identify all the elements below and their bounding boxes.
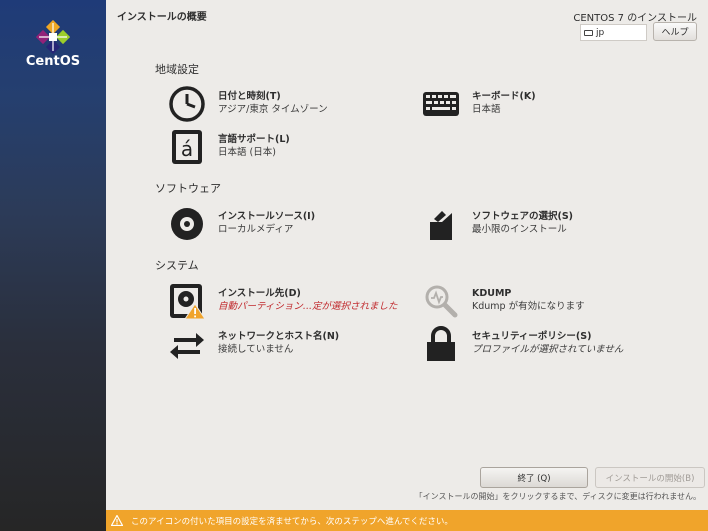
keyboard-layout-value: jp (596, 27, 605, 38)
spoke-language[interactable]: á 言語サポート(L) 日本語 (日本) (168, 128, 290, 166)
spoke-keyboard-status: 日本語 (472, 104, 501, 115)
help-button[interactable]: ヘルプ (653, 22, 697, 41)
spoke-kdump-title: KDUMP (472, 288, 512, 299)
disc-icon (168, 205, 206, 243)
spoke-install-destination-title: インストール先(D) (218, 288, 301, 299)
brand-name: CentOS (25, 54, 81, 69)
spoke-software-selection-status: 最小限のインストール (472, 224, 567, 235)
spoke-software-selection-title: ソフトウェアの選択(S) (472, 211, 574, 222)
spoke-network-title: ネットワークとホスト名(N) (218, 331, 340, 342)
warning-message: このアイコンの付いた項目の設定を済ませてから、次のステップへ進んでください。 (131, 516, 453, 527)
spoke-network[interactable]: ネットワークとホスト名(N) 接続していません (168, 325, 339, 363)
spoke-security-policy-status: プロファイルが選択されていません (472, 344, 624, 355)
begin-installation-button[interactable]: インストールの開始(B) (595, 467, 705, 488)
spoke-install-destination-status: 自動パーティション...定が選択されました (218, 301, 398, 312)
harddisk-warning-icon (168, 282, 206, 320)
spoke-install-source[interactable]: インストールソース(I) ローカルメディア (168, 205, 315, 243)
keyboard-layout-indicator[interactable]: jp (580, 24, 647, 41)
sidebar: CentOS (0, 0, 106, 531)
spoke-language-title: 言語サポート(L) (218, 134, 290, 145)
main-hub: インストールの概要 CENTOS 7 のインストール jp ヘルプ 地域設定 日… (106, 0, 708, 531)
package-icon (422, 205, 460, 243)
centos-logo-icon (36, 20, 70, 54)
section-localization-title: 地域設定 (155, 63, 199, 76)
clock-icon (168, 85, 206, 123)
spoke-datetime[interactable]: 日付と時刻(T) アジア/東京 タイムゾーン (168, 85, 328, 123)
language-icon: á (168, 128, 206, 166)
section-system-title: システム (155, 259, 199, 272)
warning-bar: このアイコンの付いた項目の設定を済ませてから、次のステップへ進んでください。 (106, 510, 708, 531)
spoke-security-policy-title: セキュリティーポリシー(S) (472, 331, 592, 342)
spoke-install-source-status: ローカルメディア (218, 224, 294, 235)
spoke-keyboard-title: キーボード(K) (472, 91, 536, 102)
network-arrows-icon (168, 325, 206, 363)
spoke-datetime-title: 日付と時刻(T) (218, 91, 281, 102)
magnifier-icon (422, 282, 460, 320)
spoke-install-source-title: インストールソース(I) (218, 211, 316, 222)
page-title: インストールの概要 (117, 12, 207, 23)
svg-text:á: á (181, 137, 193, 161)
keyboard-icon (422, 85, 460, 123)
section-software-title: ソフトウェア (155, 182, 221, 195)
footer-hint: 「インストールの開始」をクリックするまで、ディスクに変更は行われません。 (414, 492, 701, 501)
spoke-network-status: 接続していません (218, 344, 294, 355)
warning-icon (111, 515, 123, 526)
spoke-language-status: 日本語 (日本) (218, 147, 276, 158)
quit-button[interactable]: 終了 (Q) (480, 467, 588, 488)
spoke-software-selection[interactable]: ソフトウェアの選択(S) 最小限のインストール (422, 205, 573, 243)
spoke-kdump-status: Kdump が有効になります (472, 301, 585, 312)
keyboard-small-icon (584, 29, 593, 36)
lock-icon (422, 325, 460, 363)
spoke-datetime-status: アジア/東京 タイムゾーン (218, 104, 328, 115)
spoke-kdump[interactable]: KDUMP Kdump が有効になります (422, 282, 585, 320)
spoke-security-policy[interactable]: セキュリティーポリシー(S) プロファイルが選択されていません (422, 325, 623, 363)
spoke-keyboard[interactable]: キーボード(K) 日本語 (422, 85, 536, 123)
spoke-install-destination[interactable]: インストール先(D) 自動パーティション...定が選択されました (168, 282, 398, 320)
